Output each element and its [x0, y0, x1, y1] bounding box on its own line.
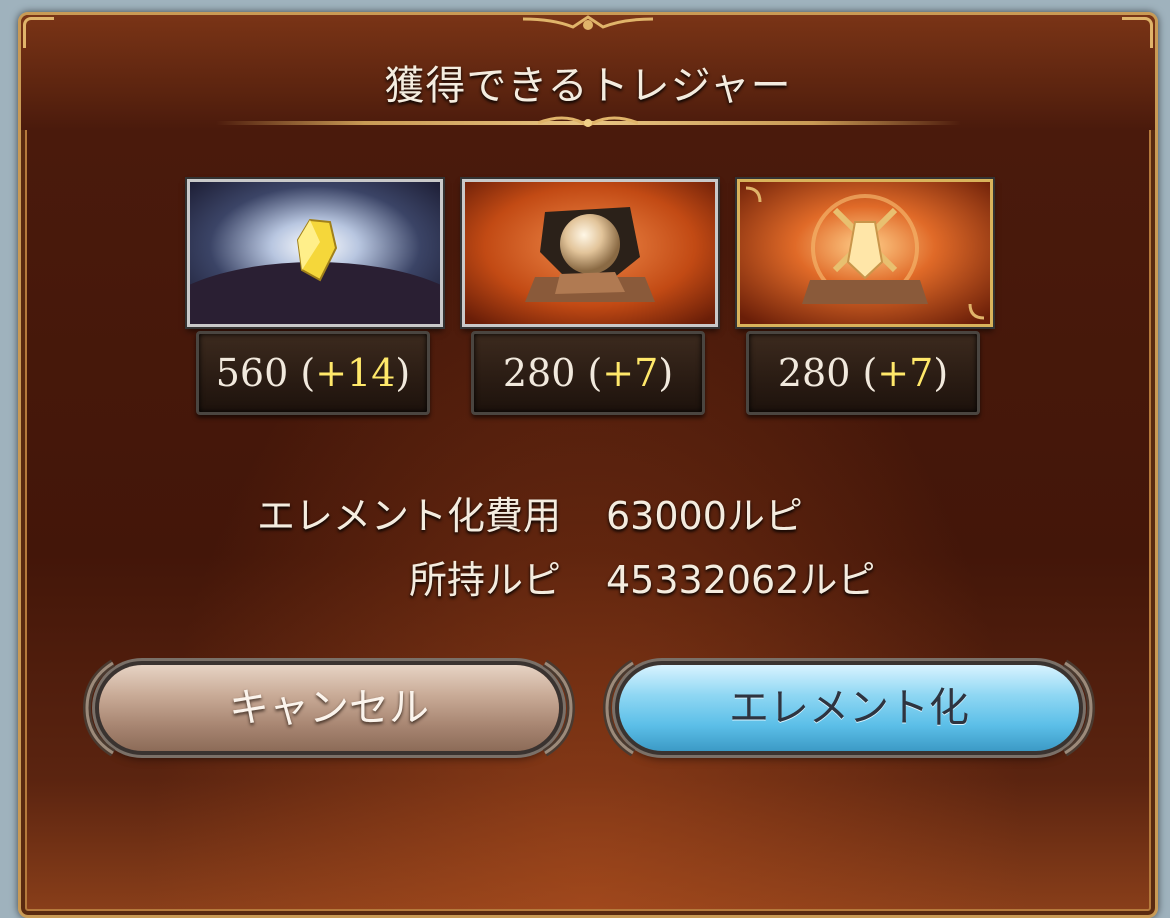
treasure-bonus-count: +14 — [315, 351, 396, 395]
treasure-count-3: 280 (+7) — [746, 331, 980, 415]
treasure-card-crystal[interactable] — [187, 179, 443, 327]
button-ornament-icon — [603, 659, 636, 757]
treasure-base-count: 560 — [215, 351, 289, 395]
treasure-base-count: 280 — [502, 351, 576, 395]
cancel-button-label: キャンセル — [229, 685, 429, 731]
orb-in-rock-icon — [465, 182, 715, 324]
elementize-button-label: エレメント化 — [729, 685, 969, 731]
elementize-button[interactable]: エレメント化 — [603, 659, 1095, 757]
treasure-count-2: 280 (+7) — [471, 331, 705, 415]
owned-rupie-value: 45332062ルピ — [606, 558, 876, 602]
owned-rupie-label: 所持ルピ — [408, 558, 561, 602]
crystal-in-rock-icon — [740, 182, 990, 324]
cost-value: 63000ルピ — [606, 494, 803, 538]
button-ornament-icon — [542, 659, 575, 757]
treasure-card-orb[interactable] — [462, 179, 718, 327]
cost-label: エレメント化費用 — [256, 494, 561, 538]
button-ornament-icon — [83, 659, 116, 757]
treasure-bonus-count: +7 — [877, 351, 934, 395]
dialog-title: 獲得できるトレジャー — [384, 63, 792, 109]
treasure-count-1: 560 (+14) — [196, 331, 430, 415]
treasure-base-count: 280 — [777, 351, 851, 395]
button-ornament-icon — [1062, 659, 1095, 757]
corner-ornament — [1122, 17, 1153, 48]
yellow-crystal-icon — [190, 182, 440, 324]
treasure-bonus-count: +7 — [602, 351, 659, 395]
divider-ornament-icon — [538, 116, 638, 127]
corner-ornament — [23, 17, 54, 48]
treasure-dialog: 獲得できるトレジャー 560 (+14) 280 (+7) 280 (+7) エ… — [18, 12, 1158, 918]
cancel-button[interactable]: キャンセル — [83, 659, 575, 757]
treasure-card-crystal-rock[interactable] — [737, 179, 993, 327]
title-ornament-icon — [523, 15, 653, 30]
